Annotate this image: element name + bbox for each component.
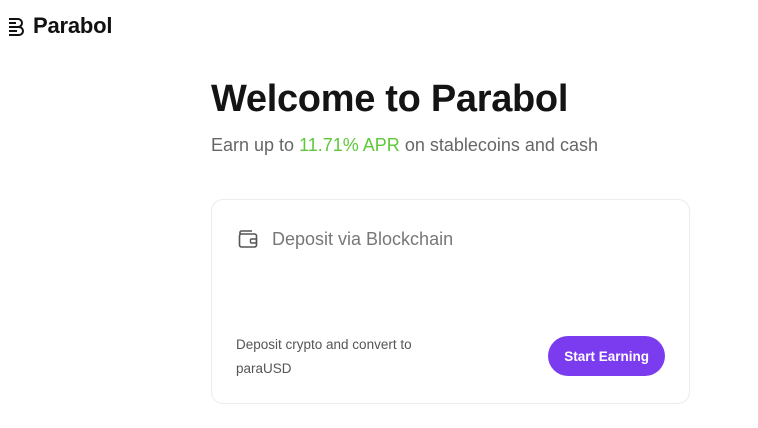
subtitle-prefix: Earn up to <box>211 135 295 155</box>
deposit-card-header: Deposit via Blockchain <box>237 228 453 250</box>
page-title: Welcome to Parabol <box>211 78 569 120</box>
brand-logo[interactable]: Parabol <box>8 13 112 39</box>
brand-name: Parabol <box>33 13 113 38</box>
start-earning-button[interactable]: Start Earning <box>548 336 665 376</box>
deposit-card-description: Deposit crypto and convert to paraUSD <box>236 337 412 376</box>
parabol-logo-icon <box>9 18 24 36</box>
subtitle-suffix: on stablecoins and cash <box>404 135 598 155</box>
wallet-icon <box>238 230 258 248</box>
apr-highlight: 11.71% APR <box>299 135 400 155</box>
deposit-card: Deposit via Blockchain Deposit crypto an… <box>211 199 690 404</box>
deposit-card-title: Deposit via Blockchain <box>272 228 454 249</box>
page-subtitle: Earn up to 11.71% APR on stablecoins and… <box>211 135 598 156</box>
